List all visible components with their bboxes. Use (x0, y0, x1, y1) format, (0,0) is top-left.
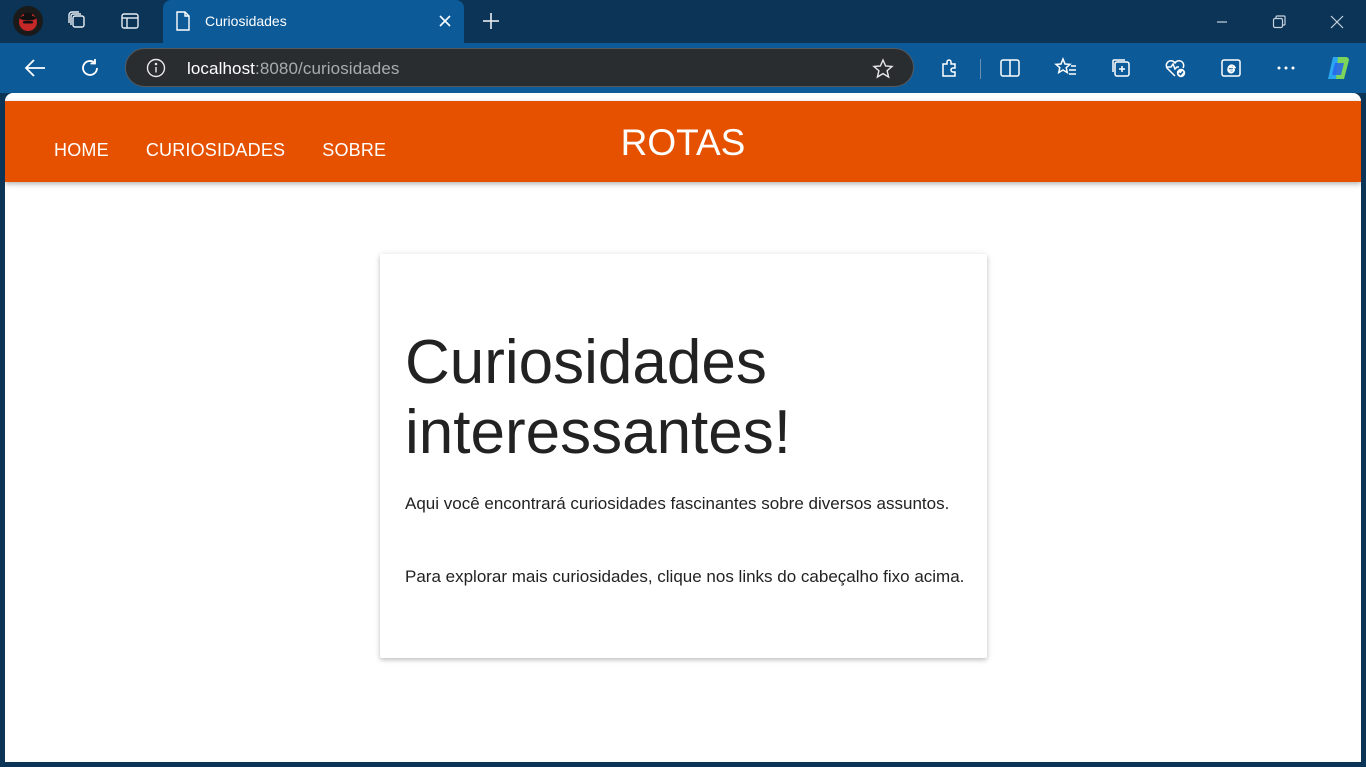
toolbar-divider (980, 59, 981, 79)
window-bottom-edge (0, 762, 1366, 767)
minimize-icon[interactable] (1210, 10, 1234, 34)
profile-avatar[interactable] (13, 6, 43, 36)
url-path: :8080/curiosidades (255, 59, 400, 78)
page-heading: Curiosidades interessantes! (405, 328, 791, 467)
browser-toolbar: localhost:8080/curiosidades (0, 43, 1366, 93)
site-header: HOME CURIOSIDADES SOBRE ROTAS (5, 101, 1361, 182)
back-icon[interactable] (20, 53, 50, 83)
favorite-star-icon[interactable] (872, 58, 894, 80)
extensions-icon[interactable] (935, 53, 965, 83)
close-window-icon[interactable] (1325, 10, 1349, 34)
favorites-icon[interactable] (1051, 53, 1081, 83)
url-text: localhost:8080/curiosidades (187, 59, 400, 79)
new-tab-icon[interactable] (478, 8, 504, 34)
tab-curiosidades[interactable]: Curiosidades (163, 0, 464, 43)
explore-paragraph: Para explorar mais curiosidades, clique … (405, 567, 965, 586)
content-card: Curiosidades interessantes! Aqui você en… (380, 254, 987, 658)
collections-icon[interactable] (1106, 53, 1136, 83)
browser-tab-bar: Curiosidades (0, 0, 1366, 43)
url-host: localhost (187, 59, 255, 78)
site-info-icon[interactable] (146, 58, 166, 78)
close-tab-icon[interactable] (435, 11, 455, 31)
profile-icon (19, 13, 37, 31)
tab-actions-icon[interactable] (115, 6, 145, 36)
intro-paragraph: Aqui você encontrará curiosidades fascin… (405, 494, 950, 513)
tab-title: Curiosidades (205, 13, 287, 29)
more-options-icon[interactable] (1271, 53, 1301, 83)
page-viewport: HOME CURIOSIDADES SOBRE ROTAS Curiosidad… (5, 93, 1361, 762)
page-icon (175, 11, 191, 31)
refresh-icon[interactable] (75, 53, 105, 83)
split-screen-icon[interactable] (995, 53, 1025, 83)
address-bar[interactable]: localhost:8080/curiosidades (125, 48, 914, 87)
site-brand: ROTAS (620, 122, 746, 163)
copilot-icon[interactable] (1323, 53, 1353, 83)
workspaces-icon[interactable] (62, 6, 92, 36)
browser-essentials-icon[interactable] (1161, 53, 1191, 83)
ie-mode-icon[interactable] (1216, 53, 1246, 83)
restore-icon[interactable] (1267, 10, 1291, 34)
